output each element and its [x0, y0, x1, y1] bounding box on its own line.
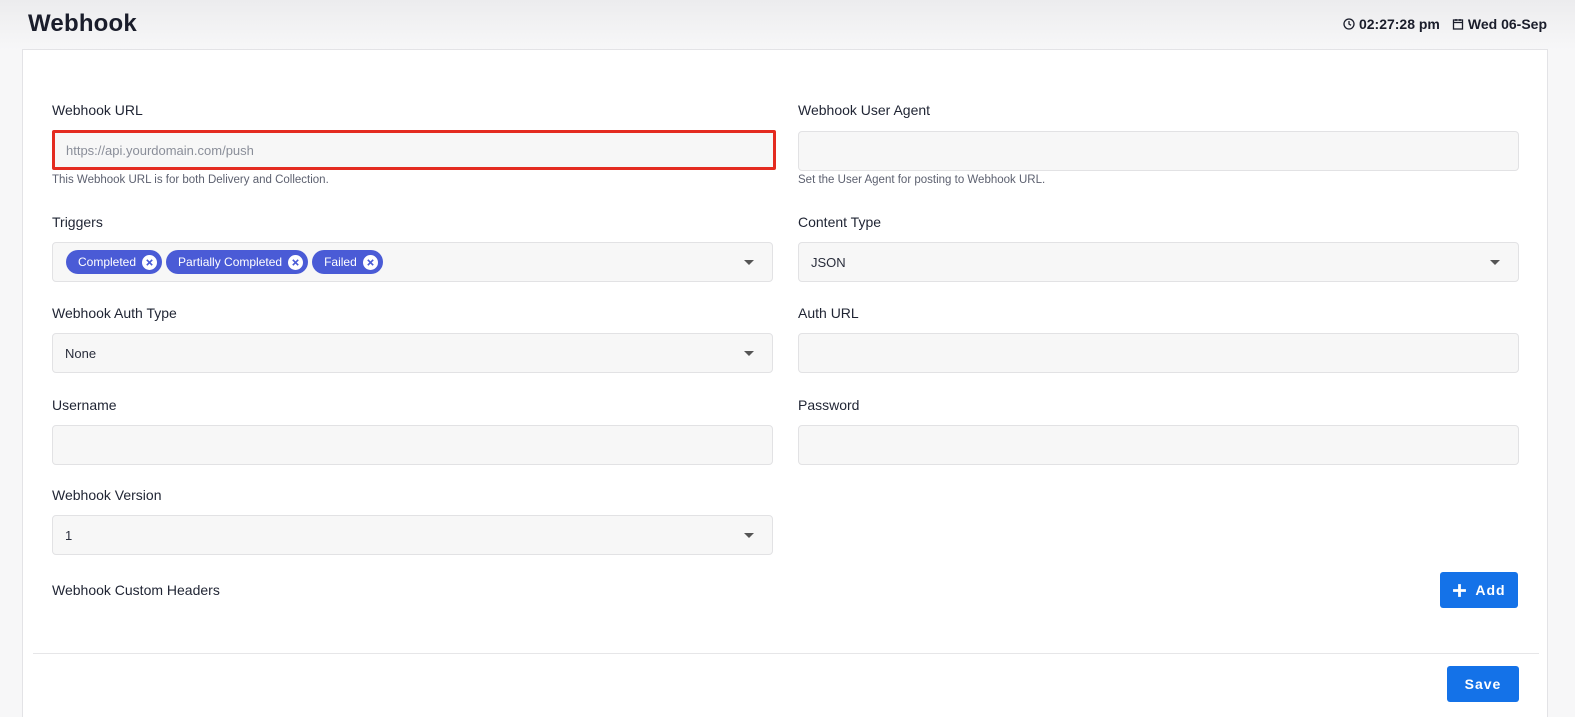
password-input[interactable]	[799, 426, 1518, 464]
custom-headers-label: Webhook Custom Headers	[52, 582, 220, 598]
user-agent-input[interactable]	[799, 132, 1518, 170]
plus-icon	[1453, 583, 1467, 597]
clock-icon	[1343, 18, 1355, 30]
username-input[interactable]	[53, 426, 772, 464]
user-agent-help: Set the User Agent for posting to Webhoo…	[798, 174, 1046, 186]
auth-url-field	[798, 333, 1519, 373]
webhook-settings-card: Webhook URL This Webhook URL is for both…	[22, 49, 1548, 717]
version-value: 1	[65, 528, 73, 543]
content-type-select[interactable]: JSON	[798, 242, 1519, 282]
version-label: Webhook Version	[52, 487, 162, 503]
auth-type-select[interactable]: None	[52, 333, 773, 373]
datetime-display: 02:27:28 pm Wed 06-Sep	[1343, 16, 1547, 32]
user-agent-label: Webhook User Agent	[798, 102, 931, 118]
triggers-select[interactable]: Completed Partially Completed Failed	[52, 242, 773, 282]
chevron-down-icon	[1490, 260, 1500, 265]
auth-url-input[interactable]	[799, 334, 1518, 372]
remove-chip-icon[interactable]	[288, 254, 304, 270]
username-field	[52, 425, 773, 465]
auth-url-label: Auth URL	[798, 305, 859, 321]
current-date: Wed 06-Sep	[1467, 16, 1547, 32]
trigger-chip-completed: Completed	[66, 250, 163, 274]
top-bar: Webhook 02:27:28 pm Wed 06-Sep	[0, 0, 1575, 50]
password-field	[798, 425, 1519, 465]
user-agent-field	[798, 131, 1519, 171]
trigger-chip-partially-completed: Partially Completed	[166, 250, 309, 274]
webhook-url-input[interactable]	[55, 133, 773, 167]
username-label: Username	[52, 397, 117, 413]
password-label: Password	[798, 397, 860, 413]
page-title: Webhook	[28, 10, 137, 37]
triggers-label: Triggers	[52, 214, 103, 230]
save-button[interactable]: Save	[1447, 666, 1519, 702]
webhook-url-label: Webhook URL	[52, 102, 143, 118]
chevron-down-icon	[744, 351, 754, 356]
trigger-chip-failed: Failed	[312, 250, 383, 274]
calendar-icon	[1452, 19, 1464, 30]
auth-type-value: None	[65, 346, 97, 361]
auth-type-label: Webhook Auth Type	[52, 305, 177, 321]
remove-chip-icon[interactable]	[362, 254, 378, 270]
webhook-url-field	[52, 130, 776, 170]
remove-chip-icon[interactable]	[142, 254, 158, 270]
chevron-down-icon	[744, 260, 754, 265]
version-select[interactable]: 1	[52, 515, 773, 555]
chevron-down-icon	[744, 533, 754, 538]
webhook-url-help: This Webhook URL is for both Delivery an…	[52, 174, 329, 186]
footer-divider	[33, 653, 1539, 654]
current-time: 02:27:28 pm	[1358, 16, 1440, 32]
add-header-button[interactable]: Add	[1440, 572, 1518, 608]
content-type-value: JSON	[811, 255, 846, 270]
content-type-label: Content Type	[798, 214, 882, 230]
